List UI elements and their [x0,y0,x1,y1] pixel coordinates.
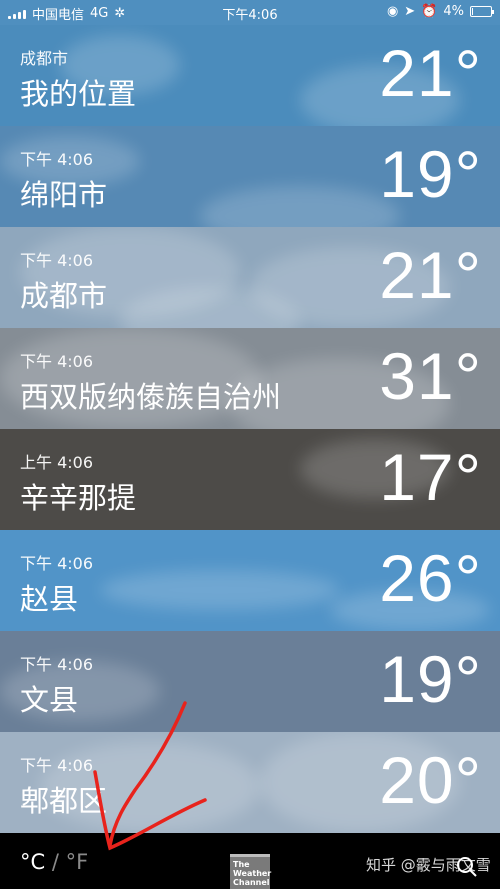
alarm-icon: ⏰ [421,4,438,19]
city-row[interactable]: 下午 4:06 成都市 21° [0,227,500,328]
status-right: ◉ ➤ ⏰ 4% [386,4,494,19]
city-name: 郫都区 [20,784,108,818]
status-bar: 中国电信 4G ✲ 下午4:06 ◉ ➤ ⏰ 4% [0,0,500,25]
weather-channel-logo[interactable]: The Weather Channel [230,854,271,889]
city-name: 赵县 [20,582,79,616]
city-row[interactable]: 下午 4:06 西双版纳傣族自治州 31° [0,328,500,429]
cloud-decoration [100,570,340,610]
city-temperature: 26° [379,541,482,615]
city-time: 下午 4:06 [20,554,94,573]
location-arrow-icon: ➤ [404,4,416,19]
city-temperature: 19° [379,642,482,716]
city-time: 下午 4:06 [20,655,94,674]
city-time: 下午 4:06 [20,352,94,371]
city-name: 辛辛那提 [20,481,137,515]
city-name: 成都市 [20,279,108,313]
city-name: 绵阳市 [20,178,108,212]
celsius-option[interactable]: °C [20,850,45,874]
rotation-lock-icon: ◉ [386,4,399,19]
city-row[interactable]: 下午 4:06 赵县 26° [0,530,500,631]
city-temperature: 21° [379,36,482,110]
city-time: 成都市 [20,49,69,68]
city-time: 下午 4:06 [20,756,94,775]
city-row[interactable]: 下午 4:06 绵阳市 19° [0,126,500,227]
city-time: 下午 4:06 [20,251,94,270]
city-time: 上午 4:06 [20,453,94,472]
battery-icon [470,6,494,17]
unit-separator: / [45,850,66,874]
city-temperature: 21° [379,238,482,312]
city-temperature: 17° [379,440,482,514]
city-row[interactable]: 下午 4:06 文县 19° [0,631,500,732]
city-temperature: 31° [379,339,482,413]
city-temperature: 19° [379,137,482,211]
city-row[interactable]: 成都市我的位置 21° [0,25,500,126]
city-row[interactable]: 下午 4:06 郫都区 20° [0,732,500,833]
search-icon[interactable] [456,856,478,878]
city-name: 西双版纳傣族自治州 [20,380,282,414]
fahrenheit-option[interactable]: °F [66,850,89,874]
city-name: 我的位置 [20,77,137,111]
battery-percent: 4% [443,4,464,19]
unit-toggle[interactable]: °C / °F [20,850,88,874]
bottom-bar: °C / °F The Weather Channel 知乎 @霰与雨文雪 [0,836,500,889]
city-temperature: 20° [379,743,482,817]
cloud-decoration [200,186,400,227]
city-row[interactable]: 上午 4:06 辛辛那提 17° [0,429,500,530]
city-time: 下午 4:06 [20,150,94,169]
city-list: 成都市 我的位置 21° 下午 4:06 绵阳市 19° 下午 4:06 成都市 21° 下午 4… [0,25,500,833]
city-name: 文县 [20,683,79,717]
